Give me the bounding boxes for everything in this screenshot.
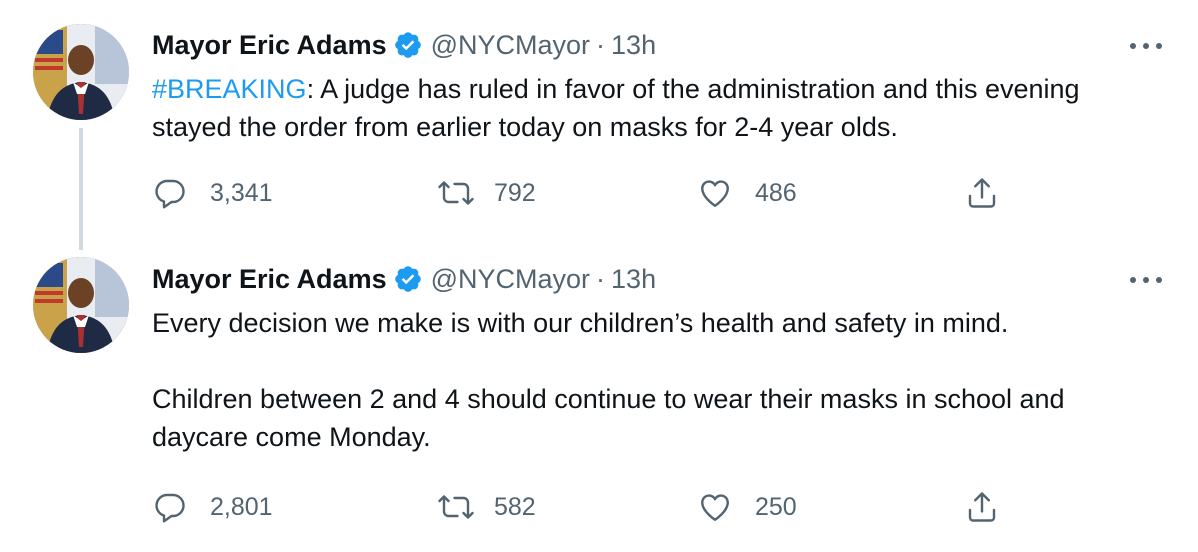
author-handle[interactable]: @NYCMayor: [431, 263, 590, 295]
heart-icon: [701, 180, 729, 207]
avatar-photo-icon: [33, 24, 129, 120]
tweet-text: #BREAKING: A judge has ruled in favor of…: [152, 70, 1152, 146]
avatar-photo-icon: [33, 257, 129, 353]
author-name[interactable]: Mayor Eric Adams: [152, 29, 387, 61]
verified-badge-icon: [393, 30, 423, 60]
reply-count: 3,341: [210, 178, 273, 207]
share-icon: [968, 492, 996, 522]
separator-dot: ·: [596, 264, 606, 294]
heart-icon: [701, 494, 729, 521]
author-name[interactable]: Mayor Eric Adams: [152, 263, 387, 295]
more-options-icon[interactable]: [1130, 270, 1162, 290]
tweet-timestamp[interactable]: 13h: [611, 29, 656, 61]
verified-badge-icon: [393, 264, 423, 294]
reply-button[interactable]: 3,341: [152, 175, 273, 211]
tweet-text: Every decision we make is with our child…: [152, 304, 1152, 456]
hashtag-link[interactable]: #BREAKING: [152, 74, 307, 104]
share-button[interactable]: [964, 489, 1000, 525]
retweet-count: 792: [494, 178, 536, 207]
tweet-header: Mayor Eric Adams @NYCMayor · 13h: [152, 29, 656, 61]
retweet-icon: [438, 495, 474, 519]
tweet-2[interactable]: Mayor Eric Adams @NYCMayor · 13h Every d…: [0, 248, 1198, 552]
like-button[interactable]: 486: [697, 175, 797, 211]
tweet-1[interactable]: Mayor Eric Adams @NYCMayor · 13h #BREAKI…: [0, 0, 1198, 250]
tweet-actions: 3,341 792 486: [152, 175, 1012, 211]
avatar[interactable]: [33, 257, 129, 353]
reply-icon: [155, 493, 185, 523]
avatar[interactable]: [33, 24, 129, 120]
reply-button[interactable]: 2,801: [152, 489, 273, 525]
tweet-paragraph-1: Every decision we make is with our child…: [152, 308, 1009, 338]
retweet-count: 582: [494, 492, 536, 521]
separator-dot: ·: [596, 30, 606, 60]
retweet-button[interactable]: 792: [436, 175, 536, 211]
like-count: 486: [755, 178, 797, 207]
like-button[interactable]: 250: [697, 489, 797, 525]
tweet-actions: 2,801 582 250: [152, 489, 1012, 525]
tweet-timestamp[interactable]: 13h: [611, 263, 656, 295]
reply-icon: [155, 179, 185, 209]
like-count: 250: [755, 492, 797, 521]
author-handle[interactable]: @NYCMayor: [431, 29, 590, 61]
retweet-button[interactable]: 582: [436, 489, 536, 525]
share-icon: [968, 178, 996, 208]
more-options-icon[interactable]: [1130, 36, 1162, 56]
tweet-header: Mayor Eric Adams @NYCMayor · 13h: [152, 263, 656, 295]
share-button[interactable]: [964, 175, 1000, 211]
tweet-paragraph-2: Children between 2 and 4 should continue…: [152, 384, 1065, 452]
retweet-icon: [438, 181, 474, 205]
reply-count: 2,801: [210, 492, 273, 521]
thread-connector-line: [79, 128, 83, 250]
